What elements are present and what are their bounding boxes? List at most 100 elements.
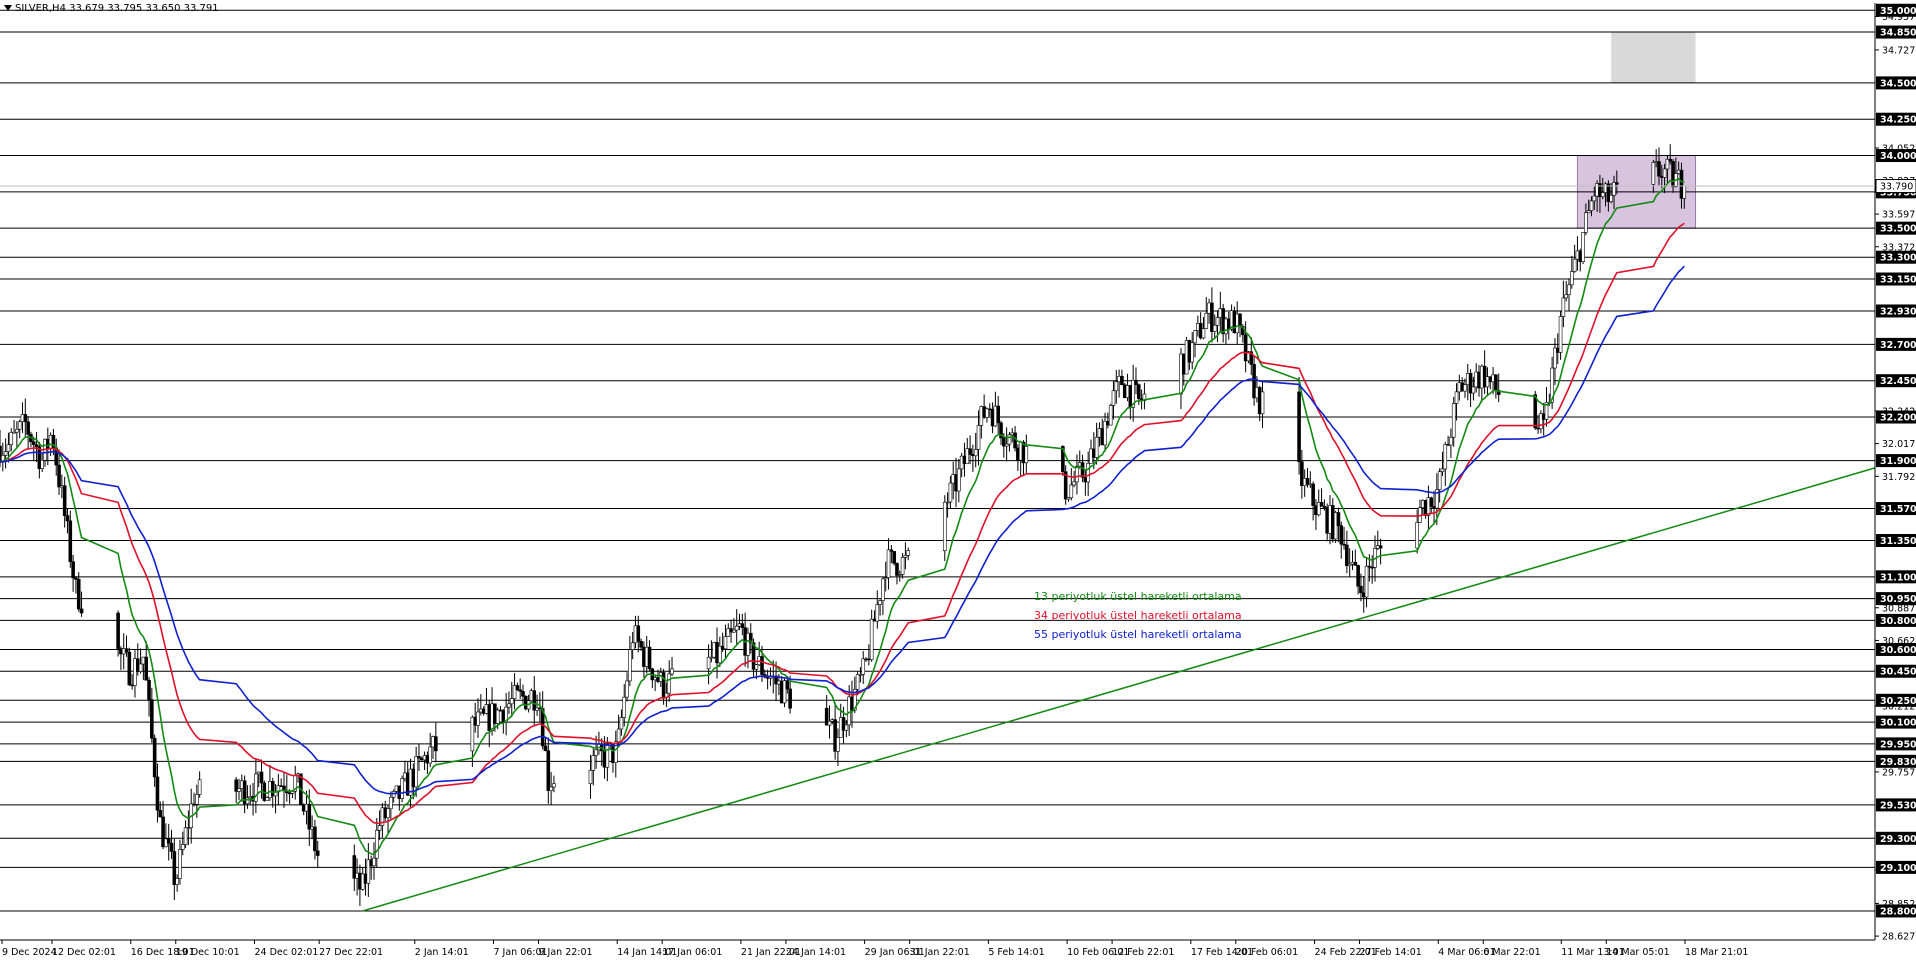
candle-body (1449, 436, 1453, 446)
ema-55-line (0, 265, 1685, 795)
time-tick-label: 5 Feb 14:01 (988, 947, 1044, 958)
candle-body (895, 563, 899, 576)
time-tick-label: 24 Jan 14:01 (786, 947, 846, 958)
symbol-label: SILVER,H4 (15, 3, 66, 14)
candle-body (259, 771, 264, 784)
chart-window[interactable]: 34.95734.72734.05233.82733.59733.37232.2… (0, 0, 1916, 963)
candle-body (166, 838, 171, 844)
ema-13-line (0, 177, 1685, 856)
time-tick-label: 14 Mar 05:01 (1606, 947, 1669, 958)
candle-body (1111, 390, 1116, 406)
candle-body (389, 796, 393, 810)
candle-body (1615, 182, 1619, 185)
chart-header: SILVER,H4 33.679 33.795 33.650 33.791 (4, 3, 219, 14)
candle-body (178, 849, 182, 879)
time-tick-label: 27 Feb 14:01 (1360, 947, 1422, 958)
candle-body (152, 737, 157, 778)
price-tick-label: 32.017 (1882, 439, 1915, 450)
candle-body (197, 779, 202, 795)
candle-body (1108, 405, 1113, 426)
candle-body (372, 857, 376, 867)
candle-body (374, 830, 379, 859)
candle-body (827, 720, 832, 726)
candle-body (26, 421, 30, 435)
candle-body (1668, 158, 1673, 162)
candle-body (1336, 512, 1341, 526)
candle-body (1215, 317, 1220, 326)
candle-body (1564, 294, 1568, 299)
candle-body (740, 623, 745, 628)
candle-body (57, 464, 61, 488)
candle-body (6, 444, 11, 452)
candle-body (552, 783, 556, 788)
level-price-label: 32.200 (1880, 413, 1916, 424)
time-tick-label: 9 Jan 22:01 (538, 947, 592, 958)
candle-body (1592, 195, 1597, 202)
candle-body (1581, 232, 1585, 263)
candle-body (1471, 386, 1476, 394)
candle-body (23, 414, 28, 423)
level-price-label: 30.100 (1880, 718, 1916, 729)
candle-body (195, 794, 199, 805)
level-price-label: 30.600 (1880, 645, 1916, 656)
candle-body (1443, 444, 1448, 470)
candle-body (1609, 195, 1613, 202)
candle-body (313, 826, 317, 852)
support-trendline (362, 467, 1876, 912)
legend-ema34: 34 periyotluk üstel hareketli ortalama (1034, 609, 1242, 622)
candle-body (976, 425, 981, 450)
candle-body (414, 756, 418, 788)
level-price-label: 34.000 (1880, 151, 1916, 162)
candle-body (1190, 342, 1195, 363)
time-tick-label: 27 Dec 22:01 (319, 947, 383, 958)
level-price-label: 29.300 (1880, 834, 1916, 845)
candle-body (788, 688, 792, 709)
candle-body (1212, 324, 1217, 332)
price-chart[interactable]: 34.95734.72734.05233.82733.59733.37232.2… (0, 0, 1916, 963)
candle-body (315, 850, 320, 856)
candle-body (1359, 585, 1363, 594)
candle-body (1201, 328, 1206, 339)
candle-body (76, 578, 81, 610)
candle-body (1463, 384, 1467, 392)
dropdown-triangle-icon[interactable] (4, 5, 12, 11)
candle-body (1238, 313, 1242, 327)
candle-body (1454, 391, 1459, 404)
level-price-label: 34.500 (1880, 78, 1916, 89)
candle-body (1437, 471, 1442, 491)
level-price-label: 31.570 (1880, 504, 1916, 515)
candle-body (869, 618, 874, 660)
candle-body (1086, 463, 1090, 483)
candle-body (150, 699, 154, 739)
candle-body (17, 421, 22, 430)
candle-body (1193, 330, 1197, 344)
candle-body (957, 468, 961, 492)
time-tick-label: 9 Dec 2024 (2, 947, 57, 958)
candle-body (71, 561, 75, 579)
candle-body (594, 749, 598, 756)
candle-body (40, 460, 44, 469)
level-price-label: 31.100 (1880, 572, 1916, 583)
candle-body (855, 674, 860, 690)
candle-body (1311, 483, 1315, 506)
candle-body (1319, 502, 1324, 507)
candle-body (900, 557, 905, 575)
time-tick-label: 17 Jan 06:01 (662, 947, 722, 958)
time-tick-label: 19 Dec 10:01 (176, 947, 240, 958)
candle-body (509, 698, 514, 705)
candle-body (1069, 484, 1074, 499)
candle-body (628, 649, 632, 682)
level-price-label: 30.800 (1880, 616, 1916, 627)
candle-body (906, 550, 911, 556)
candle-body (625, 680, 629, 698)
time-tick-label: 18 Mar 21:01 (1685, 947, 1748, 958)
candle-body (79, 608, 84, 614)
candle-body (1345, 544, 1349, 567)
candle-body (521, 691, 525, 697)
candle-body (1589, 200, 1594, 211)
candle-body (1415, 522, 1419, 549)
candle-body (760, 656, 764, 675)
candle-body (1339, 525, 1344, 545)
candle-body (622, 696, 627, 718)
level-price-label: 29.100 (1880, 863, 1916, 874)
